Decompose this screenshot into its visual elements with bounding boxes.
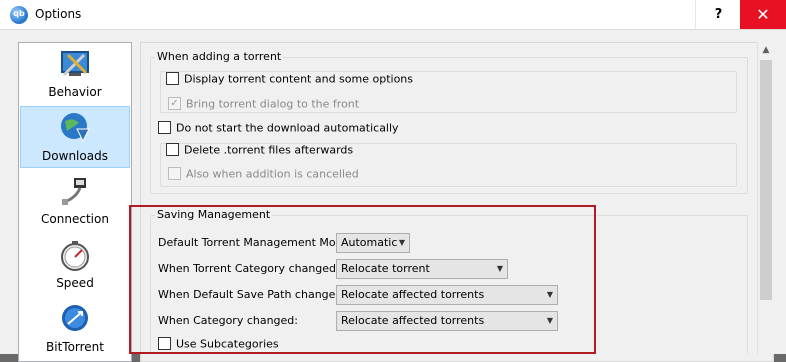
do-not-start-label: Do not start the download automatically (176, 121, 399, 135)
display-content-option[interactable]: Display torrent content and some options (166, 71, 414, 88)
delete-torrent-checkbox[interactable] (166, 142, 179, 156)
nav-label-speed: Speed (56, 276, 94, 290)
also-cancelled-label: Also when addition is cancelled (186, 167, 359, 181)
nav-item-speed[interactable]: Speed (20, 234, 130, 296)
scroll-up-arrow-icon[interactable]: ▲ (758, 42, 774, 58)
bring-front-checkbox[interactable]: ✓ (168, 96, 181, 110)
delete-torrent-label: Delete .torrent files afterwards (184, 143, 354, 157)
display-content-checkbox[interactable] (166, 71, 179, 85)
help-button[interactable]: ? (695, 0, 741, 29)
options-window: qb Options ? ✕ Behavior Downloads Connec… (0, 0, 786, 362)
options-category-list: Behavior Downloads Connection Speed BitT… (18, 42, 132, 362)
behavior-icon (61, 51, 89, 77)
vertical-scrollbar[interactable]: ▲ (757, 42, 774, 354)
also-cancelled-option[interactable]: Also when addition is cancelled (168, 166, 359, 183)
title-bar: qb Options ? ✕ (0, 0, 786, 30)
nav-item-bittorrent[interactable]: BitTorrent (20, 298, 130, 360)
when-adding-title: When adding a torrent (155, 50, 284, 63)
nav-item-behavior[interactable]: Behavior (20, 43, 130, 105)
bittorrent-icon (62, 305, 88, 331)
close-button[interactable]: ✕ (740, 0, 786, 29)
nav-item-downloads[interactable]: Downloads (20, 106, 130, 168)
do-not-start-checkbox[interactable] (158, 120, 171, 134)
delete-torrent-option[interactable]: Delete .torrent files afterwards (166, 142, 354, 159)
highlight-box (129, 205, 596, 354)
connection-icon (62, 178, 86, 205)
nav-label-downloads: Downloads (42, 149, 108, 163)
display-content-label: Display torrent content and some options (184, 72, 414, 86)
downloads-icon (61, 113, 90, 143)
also-cancelled-checkbox[interactable] (168, 166, 181, 180)
bring-front-option[interactable]: ✓ Bring torrent dialog to the front (168, 96, 360, 113)
nav-label-bittorrent: BitTorrent (46, 340, 104, 354)
speed-icon (61, 241, 89, 271)
scroll-thumb[interactable] (760, 60, 772, 300)
do-not-start-option[interactable]: Do not start the download automatically (158, 120, 399, 137)
bring-front-label: Bring torrent dialog to the front (186, 97, 360, 111)
nav-label-connection: Connection (41, 212, 109, 226)
nav-item-connection[interactable]: Connection (20, 170, 130, 232)
nav-label-behavior: Behavior (48, 85, 102, 99)
qbittorrent-app-icon: qb (10, 6, 28, 24)
window-title: Options (35, 7, 82, 21)
